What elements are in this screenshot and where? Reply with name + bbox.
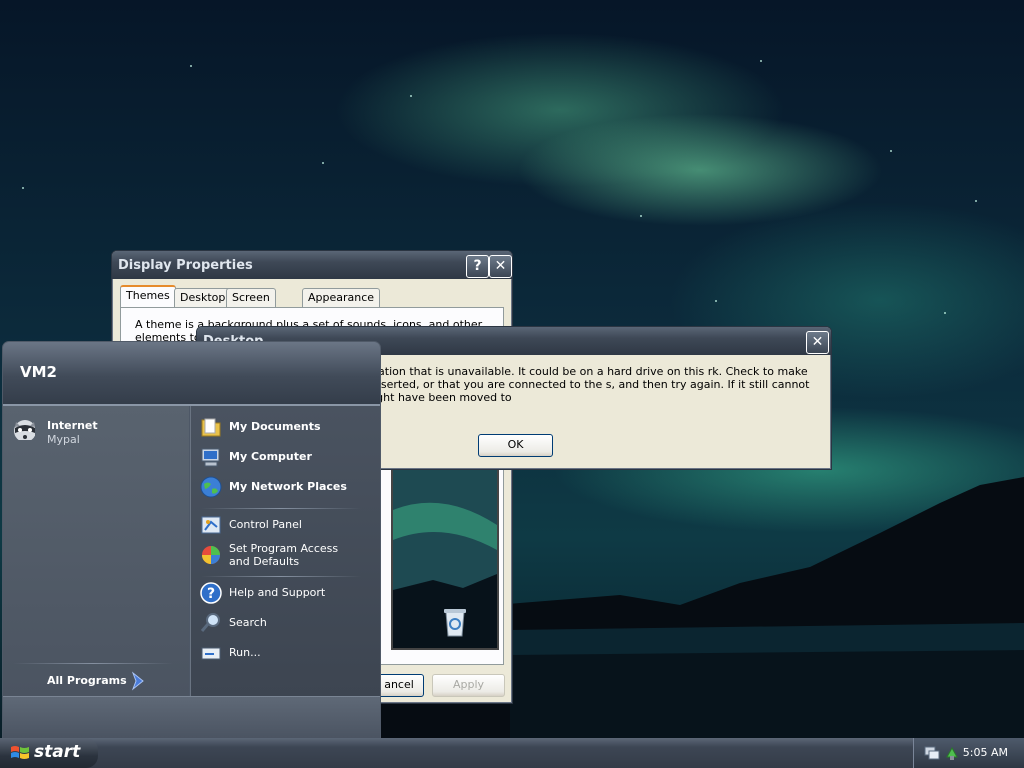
pinned-item-label: Internet [47,419,98,432]
pinned-programs: Internet Mypal All Programs [3,406,189,696]
menu-item-label: My Documents [229,420,321,433]
run-icon [201,647,221,660]
menu-item-label: Run... [229,646,261,659]
system-tray: 5:05 AM [913,738,1024,768]
star [944,312,946,314]
arrow-right-icon [131,671,144,691]
window-title: Display Properties [118,258,253,273]
star [640,215,642,217]
tab-screen-saver[interactable]: Screen Saver [226,288,276,322]
star [975,200,977,202]
star [760,60,762,62]
star [190,65,192,67]
close-button[interactable]: ✕ [489,255,512,278]
user-name: VM2 [20,363,57,381]
network-icon[interactable] [924,745,940,761]
start-menu: VM2 Internet Mypal All Programs My Docum… [2,341,381,740]
start-menu-header: VM2 [3,342,380,406]
theme-preview [391,468,499,650]
help-button[interactable]: ? [466,255,489,278]
separator [201,576,361,577]
safely-remove-hardware-icon[interactable] [944,745,960,761]
taskbar: start 5:05 AM [0,738,1024,768]
computer-icon [201,448,220,467]
menu-item-label: Control Panel [229,518,302,531]
star [715,300,717,302]
star [322,162,324,164]
close-button[interactable]: ✕ [806,331,829,354]
pinned-item-internet[interactable]: Internet Mypal [11,416,181,448]
search-icon [200,613,220,632]
tab-desktop[interactable]: Desktop [174,288,232,307]
star [410,95,412,97]
globe-icon [200,476,222,498]
star [22,187,24,189]
svg-text:?: ? [207,586,215,602]
start-button[interactable]: start [0,738,98,768]
separator [13,663,173,664]
menu-item-label: Help and Support [229,586,326,599]
menu-item-label: Search [229,616,267,629]
tab-appearance[interactable]: Appearance [302,288,381,307]
display-properties-titlebar[interactable]: Display Properties ? ✕ [112,251,512,279]
start-label: start [34,742,81,762]
apply-button[interactable]: Apply [432,674,505,697]
clock: 5:05 AM [962,746,1008,759]
start-menu-footer [3,696,380,739]
pinned-item-sublabel: Mypal [47,433,80,446]
menu-item-label: Set Program Access and Defaults [229,542,339,568]
folder-icon [201,418,221,437]
separator [201,508,361,509]
places-menu: My Documents My Computer My Network Plac… [190,406,380,696]
control-panel-icon [201,516,221,534]
all-programs-label: All Programs [47,674,127,687]
all-programs-button[interactable]: All Programs [43,668,153,694]
cancel-button[interactable]: ancel [374,674,424,697]
menu-item-label: My Network Places [229,480,347,493]
raccoon-icon [14,420,35,440]
ok-button[interactable]: OK [478,434,553,457]
recycle-bin-icon [444,609,466,637]
program-access-icon [202,546,220,564]
help-icon: ? [200,582,222,604]
menu-item-label: My Computer [229,450,312,463]
star [890,150,892,152]
tab-themes[interactable]: Themes [120,285,176,308]
windows-logo-icon [11,746,29,759]
